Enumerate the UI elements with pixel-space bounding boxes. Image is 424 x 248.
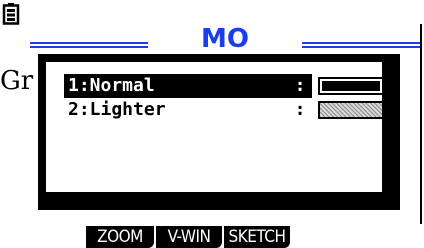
option-lighter-separator: : (294, 99, 306, 120)
function-key-bar: ZOOM V-WIN SKETCH (0, 226, 424, 248)
background-label: Gr (0, 66, 34, 96)
sketch-function-key[interactable]: SKETCH (224, 226, 290, 248)
battery-icon (2, 3, 20, 25)
normal-line-swatch (318, 77, 384, 95)
screen-right-border (420, 24, 422, 224)
status-bar (0, 0, 424, 25)
title-rule-right (302, 42, 422, 48)
option-lighter-label: 2:Lighter (68, 99, 166, 120)
calculator-screen: MO Gr 1:Normal : 2:Lighter : ZOOM V-WIN … (0, 0, 424, 248)
option-normal[interactable]: 1:Normal : (64, 74, 384, 98)
option-normal-separator: : (294, 75, 306, 96)
option-lighter[interactable]: 2:Lighter : (64, 98, 384, 122)
dialog-body: 1:Normal : 2:Lighter : (44, 60, 384, 194)
option-normal-label: 1:Normal (64, 74, 312, 98)
screen-title: MO (201, 26, 249, 50)
line-style-dialog: 1:Normal : 2:Lighter : (38, 54, 400, 210)
lighter-line-swatch (318, 101, 384, 119)
v-win-function-key[interactable]: V-WIN (156, 226, 222, 248)
zoom-function-key[interactable]: ZOOM (86, 226, 154, 248)
title-rule-left (30, 42, 148, 48)
